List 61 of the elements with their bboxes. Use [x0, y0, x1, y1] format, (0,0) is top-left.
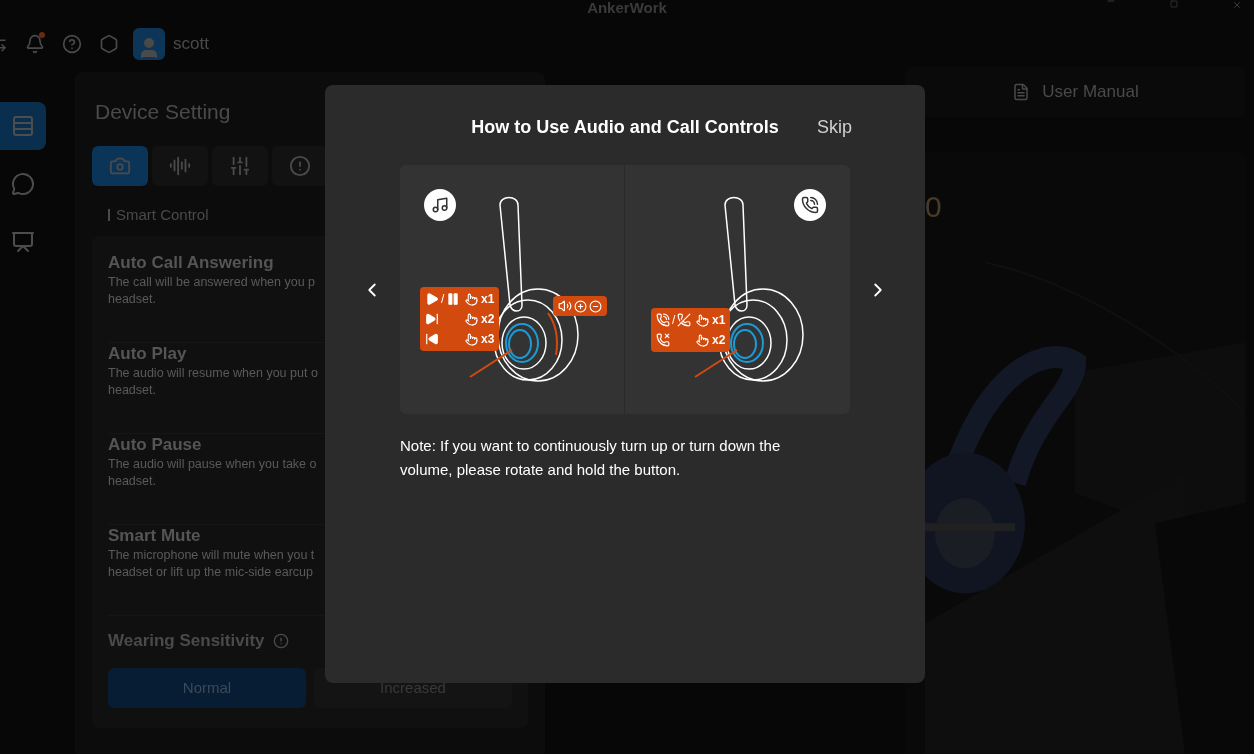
setting-description: headset or lift up the mic-side earcup [108, 564, 313, 581]
tap-count: x2 [481, 313, 495, 325]
setting-title: Smart Mute [108, 525, 201, 547]
plus-icon [574, 299, 587, 313]
notification-icon[interactable] [25, 34, 45, 54]
nav-item[interactable] [0, 102, 46, 150]
music-icon [424, 189, 456, 221]
panel-title: Device Setting [95, 99, 231, 125]
dialog-title: How to Use Audio and Call Controls [471, 116, 779, 139]
setting-title: Auto Play [108, 343, 187, 365]
tap-icon [465, 312, 478, 326]
avatar[interactable] [133, 28, 165, 60]
info-icon[interactable] [272, 632, 289, 649]
previous-track-icon [425, 332, 439, 346]
help-icon[interactable] [62, 34, 82, 54]
volume-icon [558, 299, 572, 313]
presentation-icon [11, 230, 35, 254]
setting-description: The audio will pause when you take o [108, 456, 317, 473]
separator-text: / [672, 314, 676, 326]
next-track-icon [425, 312, 439, 326]
settings-tab[interactable] [92, 145, 148, 186]
setting-title: Wearing Sensitivity [108, 630, 265, 652]
skip-button[interactable]: Skip [817, 114, 852, 141]
section-title: Smart Control [116, 204, 209, 225]
tap-icon [696, 333, 709, 347]
setting-description: headset. [108, 473, 156, 490]
setting-description: The call will be answered when you p [108, 274, 316, 291]
settings-tab[interactable] [152, 145, 208, 186]
chat-icon [11, 172, 35, 196]
note-text: Note: If you want to continuously turn up or turn down the volume, please rotate and hold the button. [400, 436, 782, 480]
setting-description: headset. [108, 382, 156, 399]
setting-description: headset. [108, 291, 156, 308]
tap-count: x3 [481, 333, 495, 345]
tap-count: x1 [481, 293, 495, 305]
devices-icon [11, 114, 35, 138]
username: scott [173, 33, 209, 56]
hang-up-icon [677, 313, 692, 327]
setting-title: Auto Pause [108, 434, 202, 456]
play-icon [425, 292, 439, 306]
pause-icon [446, 292, 461, 306]
tap-icon [696, 313, 709, 327]
tap-icon [465, 292, 478, 306]
minus-icon [589, 299, 602, 313]
settings-tab[interactable] [272, 145, 328, 186]
setting-title: Auto Call Answering [108, 252, 274, 274]
product-text: 0 [925, 192, 943, 222]
settings-tab[interactable] [212, 145, 268, 186]
tap-count: x2 [712, 334, 726, 346]
setting-description: The microphone will mute when you t [108, 547, 315, 564]
tap-icon [465, 332, 478, 346]
tap-count: x1 [712, 314, 726, 326]
setting-description: The audio will resume when you put o [108, 365, 318, 382]
audio-icon [169, 154, 191, 177]
missed-call-icon [656, 333, 670, 347]
maximize-icon[interactable] [1168, 0, 1180, 8]
info-icon [289, 154, 311, 177]
document-icon [1012, 82, 1031, 102]
equalizer-icon [229, 154, 251, 177]
separator-text: / [441, 293, 445, 305]
phone-icon [794, 189, 826, 221]
phone-icon [656, 313, 670, 327]
